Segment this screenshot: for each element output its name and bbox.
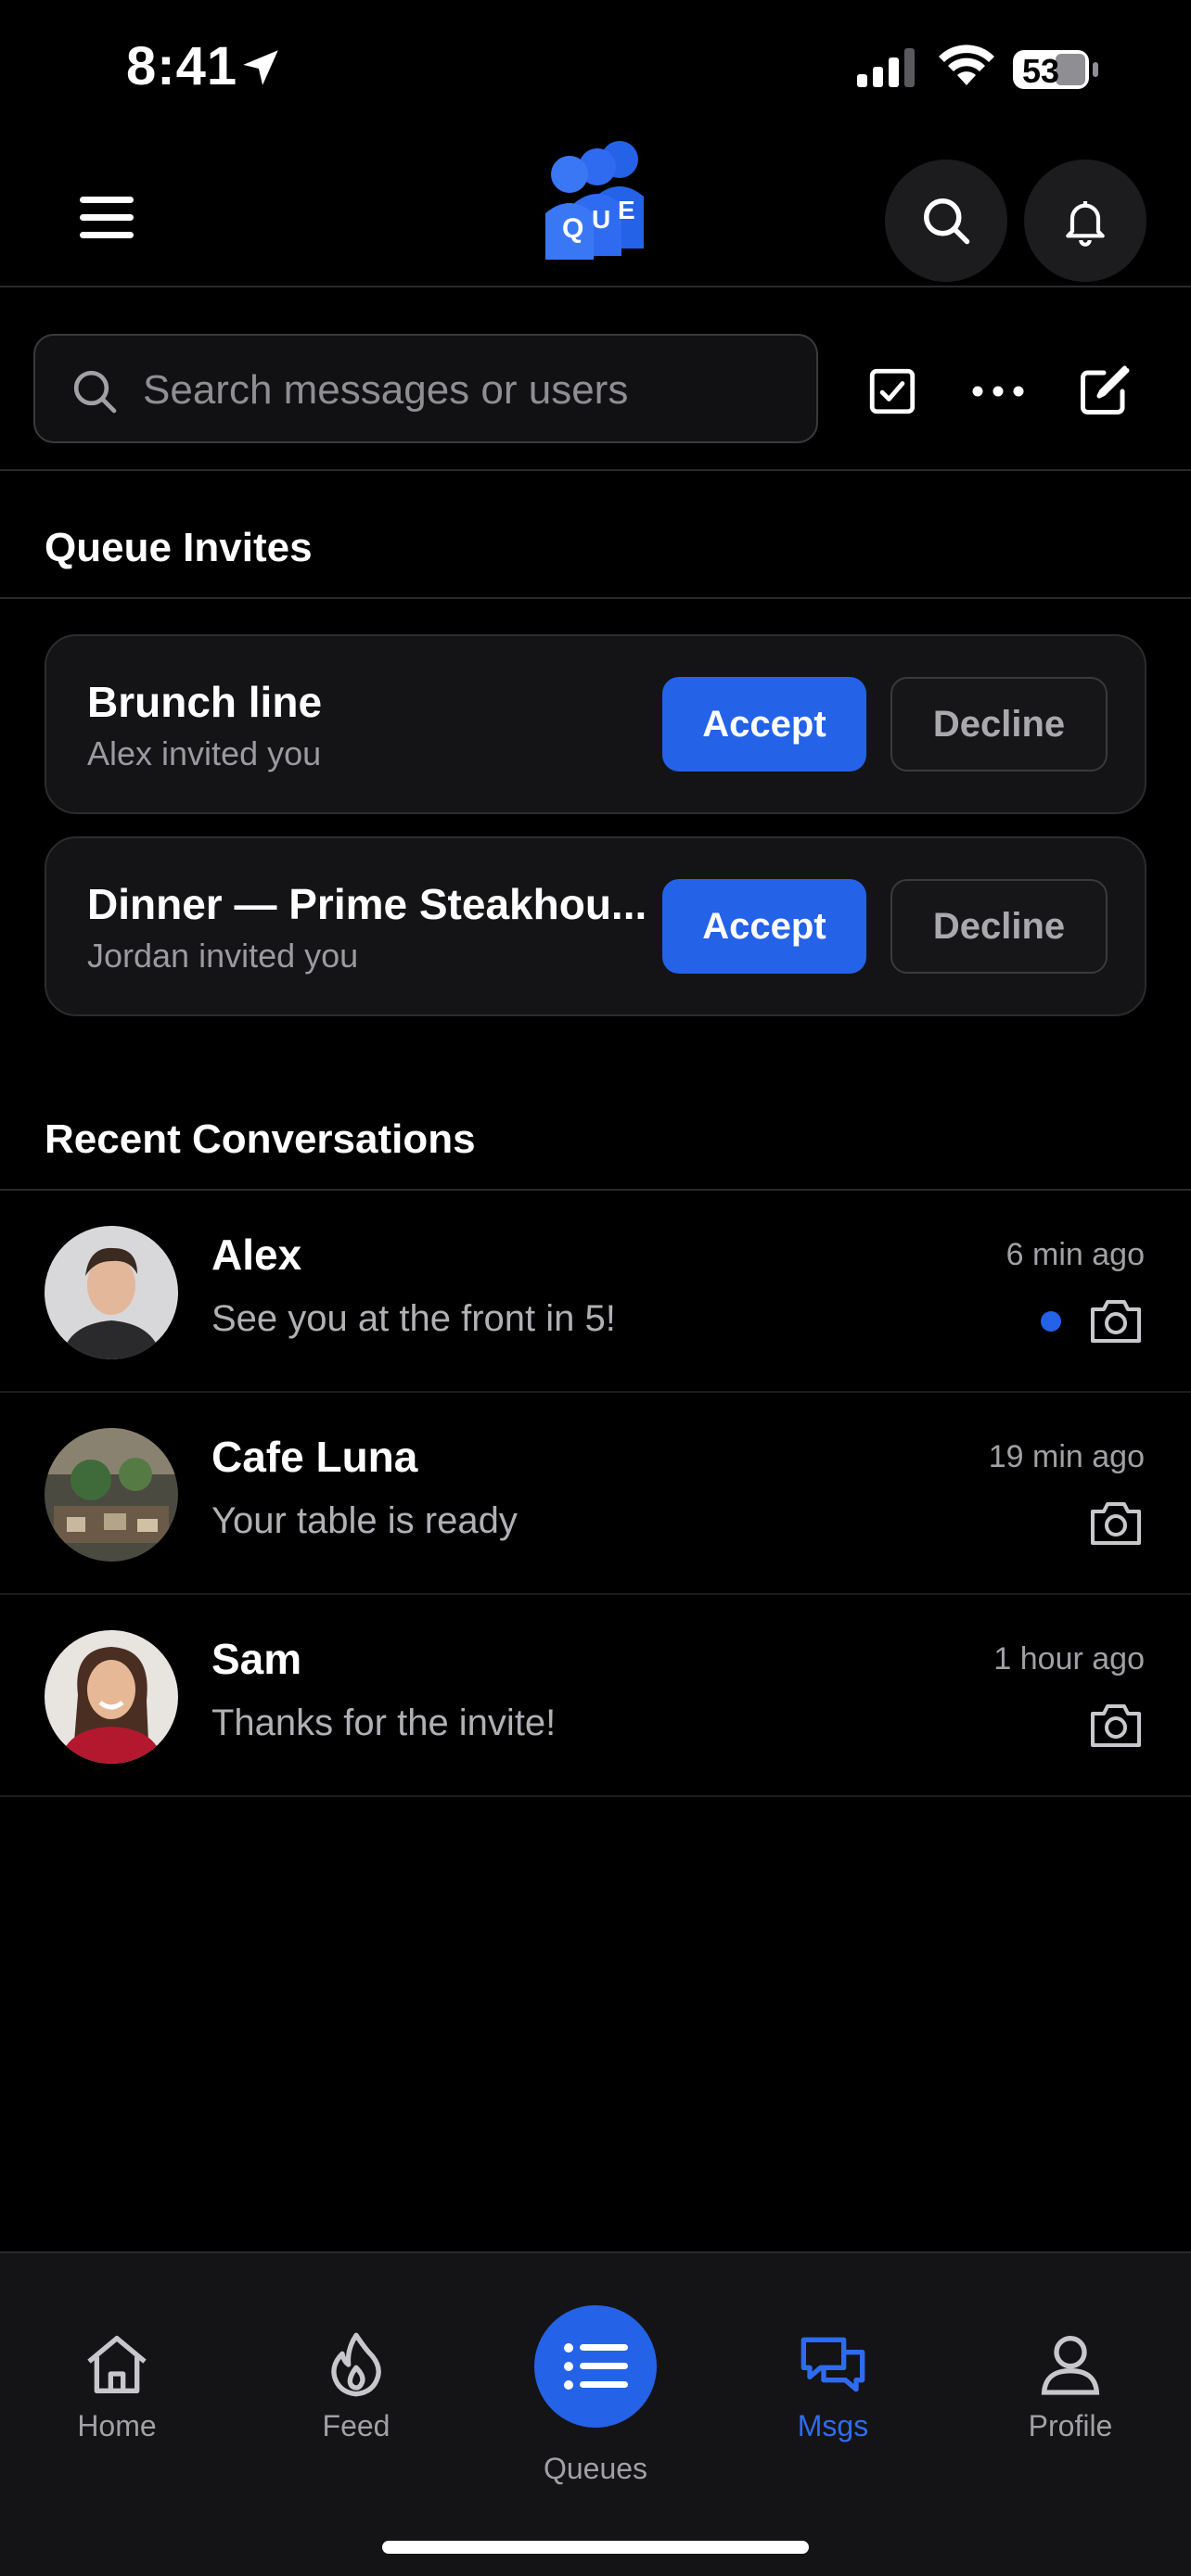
- camera-icon[interactable]: [1087, 1497, 1145, 1549]
- avatar: [45, 1630, 178, 1764]
- tab-msgs-label: Msgs: [797, 2409, 869, 2442]
- queue-invites-heading: Queue Invites: [45, 525, 313, 570]
- recent-conversations-heading: Recent Conversations: [45, 1116, 476, 1162]
- conversation-name: Sam: [211, 1635, 302, 1683]
- invite-subtitle: Alex invited you: [87, 734, 322, 772]
- home-icon: [87, 2336, 147, 2393]
- tab-home[interactable]: Home: [24, 2327, 210, 2457]
- section-divider: [0, 597, 1191, 599]
- que-logo: Q U E: [545, 141, 644, 260]
- camera-icon[interactable]: [1087, 1699, 1145, 1751]
- person-icon: [1041, 2336, 1100, 2395]
- accept-button[interactable]: Accept: [662, 879, 866, 974]
- bottom-tab-bar: Home Feed Queues Msgs Profile: [0, 2251, 1191, 2576]
- search-icon: [924, 198, 970, 245]
- invite-card: Brunch line Alex invited you Accept Decl…: [45, 634, 1146, 814]
- accept-button[interactable]: Accept: [662, 677, 866, 772]
- tab-home-label: Home: [77, 2409, 157, 2442]
- home-indicator: [382, 2541, 809, 2554]
- conversation-row[interactable]: Alex See you at the front in 5! 6 min ag…: [0, 1191, 1191, 1393]
- message-search-box[interactable]: [33, 334, 818, 443]
- compose-icon: [1081, 365, 1130, 414]
- tab-profile[interactable]: Profile: [978, 2327, 1163, 2457]
- avatar: [45, 1428, 178, 1562]
- unread-indicator: [1041, 1311, 1061, 1332]
- conversation-name: Cafe Luna: [211, 1433, 418, 1481]
- bell-icon: [1066, 201, 1105, 247]
- invite-title: Brunch line: [87, 678, 323, 726]
- search-row: [0, 289, 1191, 471]
- conversation-time: 1 hour ago: [993, 1641, 1145, 1677]
- tab-feed[interactable]: Feed: [263, 2327, 449, 2457]
- checkbox-icon: [869, 368, 916, 414]
- select-checkbox-button[interactable]: [863, 362, 922, 421]
- decline-button[interactable]: Decline: [890, 879, 1108, 974]
- conversation-preview: Your table is ready: [211, 1500, 518, 1541]
- conversation-name: Alex: [211, 1231, 302, 1279]
- avatar: [45, 1226, 178, 1359]
- status-time: 8:41: [126, 36, 238, 96]
- flame-icon: [331, 2332, 381, 2397]
- conversation-time: 6 min ago: [1005, 1237, 1145, 1272]
- chat-bubbles-icon: [800, 2337, 865, 2392]
- conversation-time: 19 min ago: [988, 1439, 1145, 1474]
- conversation-row[interactable]: Sam Thanks for the invite! 1 hour ago: [0, 1595, 1191, 1797]
- header-search-button[interactable]: [885, 159, 1007, 282]
- invite-title: Dinner — Prime Steakhou...: [87, 880, 647, 928]
- conversation-preview: Thanks for the invite!: [211, 1702, 557, 1743]
- logo-letter-q: Q: [562, 213, 583, 244]
- invite-card: Dinner — Prime Steakhou... Jordan invite…: [45, 836, 1146, 1016]
- camera-icon[interactable]: [1087, 1294, 1145, 1346]
- battery-percent: 53: [1022, 52, 1060, 90]
- decline-button[interactable]: Decline: [890, 677, 1108, 772]
- hamburger-menu-icon[interactable]: [67, 197, 145, 249]
- tab-msgs[interactable]: Msgs: [740, 2327, 926, 2457]
- tab-profile-label: Profile: [1028, 2409, 1113, 2442]
- location-arrow-icon: [243, 50, 278, 85]
- logo-letter-u: U: [592, 205, 610, 234]
- tab-queues[interactable]: [534, 2305, 657, 2428]
- cellular-signal-icon: [857, 48, 915, 87]
- tab-feed-label: Feed: [322, 2409, 391, 2442]
- status-bar: 8:41 53: [0, 0, 1191, 139]
- conversation-row[interactable]: Cafe Luna Your table is ready 19 min ago: [0, 1393, 1191, 1595]
- notifications-button[interactable]: [1024, 159, 1146, 282]
- logo-letter-e: E: [618, 196, 635, 224]
- list-icon: [564, 2343, 628, 2390]
- conversation-preview: See you at the front in 5!: [211, 1298, 616, 1339]
- search-input[interactable]: [143, 354, 792, 427]
- more-options-button[interactable]: [968, 362, 1028, 421]
- search-icon: [73, 370, 117, 414]
- compose-button[interactable]: [1074, 362, 1133, 421]
- ellipsis-icon: [972, 386, 1024, 397]
- invite-subtitle: Jordan invited you: [87, 937, 359, 975]
- wifi-icon: [939, 45, 994, 85]
- battery-icon: 53: [1011, 48, 1100, 91]
- tab-queues-label: Queues: [543, 2452, 648, 2485]
- app-header: Q U E: [0, 139, 1191, 287]
